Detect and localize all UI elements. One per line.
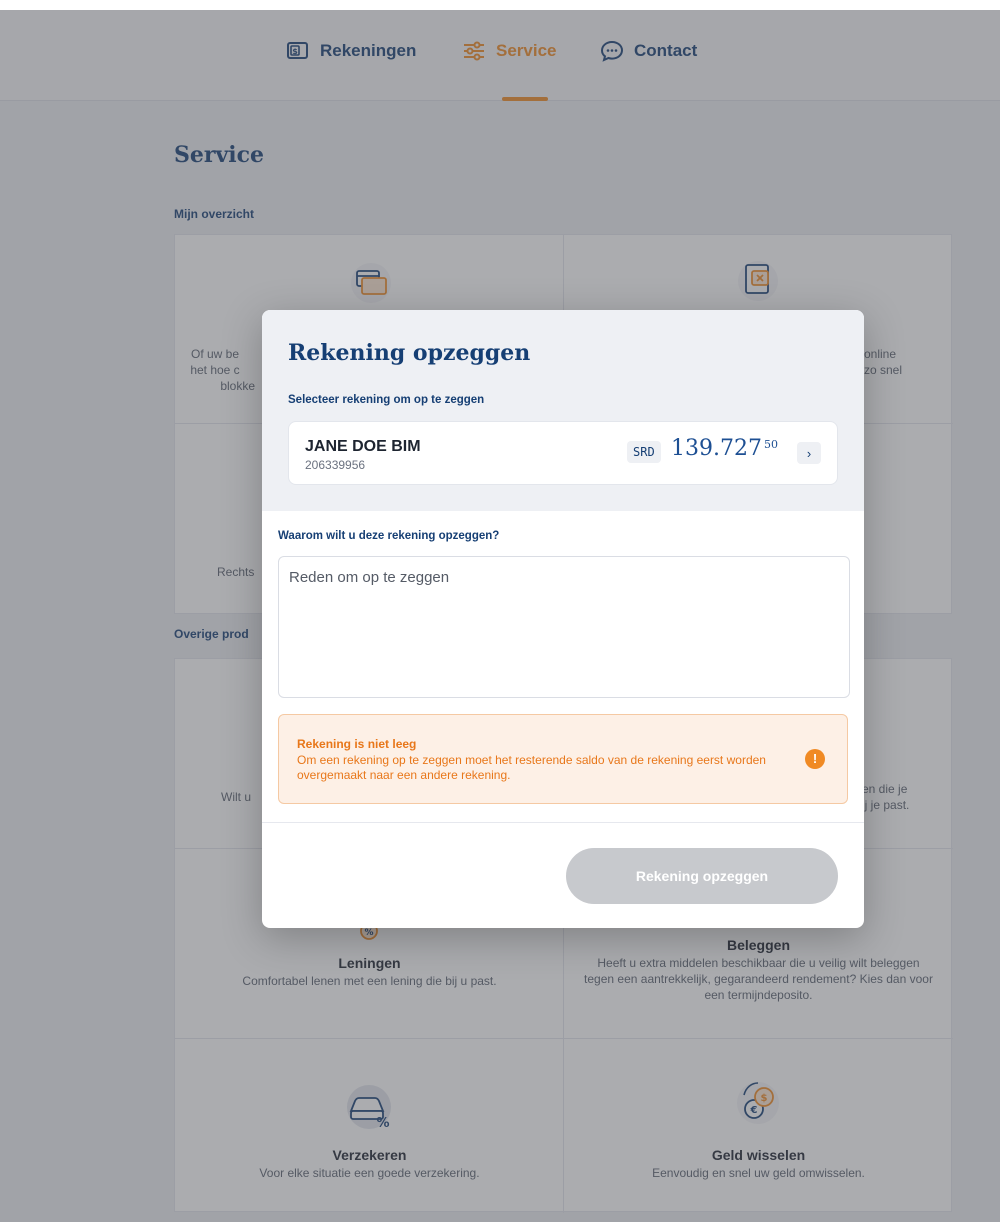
close-account-button[interactable]: Rekening opzeggen [566,848,838,904]
account-selector[interactable]: JANE DOE BIM 206339956 SRD 139.727 50 › [288,421,838,485]
chevron-right-icon[interactable]: › [797,442,821,464]
modal-divider [262,822,864,823]
currency-badge: SRD [627,441,661,463]
exclamation-icon: ! [805,749,825,769]
select-account-label: Selecteer rekening om op te zeggen [288,394,485,406]
warning-banner: Rekening is niet leeg Om een rekening op… [278,714,848,804]
account-balance: 139.727 50 [671,436,778,461]
account-number: 206339956 [305,458,366,472]
account-name: JANE DOE BIM [305,438,421,455]
close-account-modal: Rekening opzeggen Selecteer rekening om … [262,310,864,928]
warning-text: Om een rekening op te zeggen moet het re… [297,753,766,782]
reason-label: Waarom wilt u deze rekening opzeggen? [278,530,500,542]
modal-title: Rekening opzeggen [288,340,531,366]
reason-textarea[interactable] [278,556,850,698]
warning-title: Rekening is niet leeg [297,737,417,751]
balance-main: 139.727 [671,436,762,461]
balance-cents: 50 [763,438,778,451]
